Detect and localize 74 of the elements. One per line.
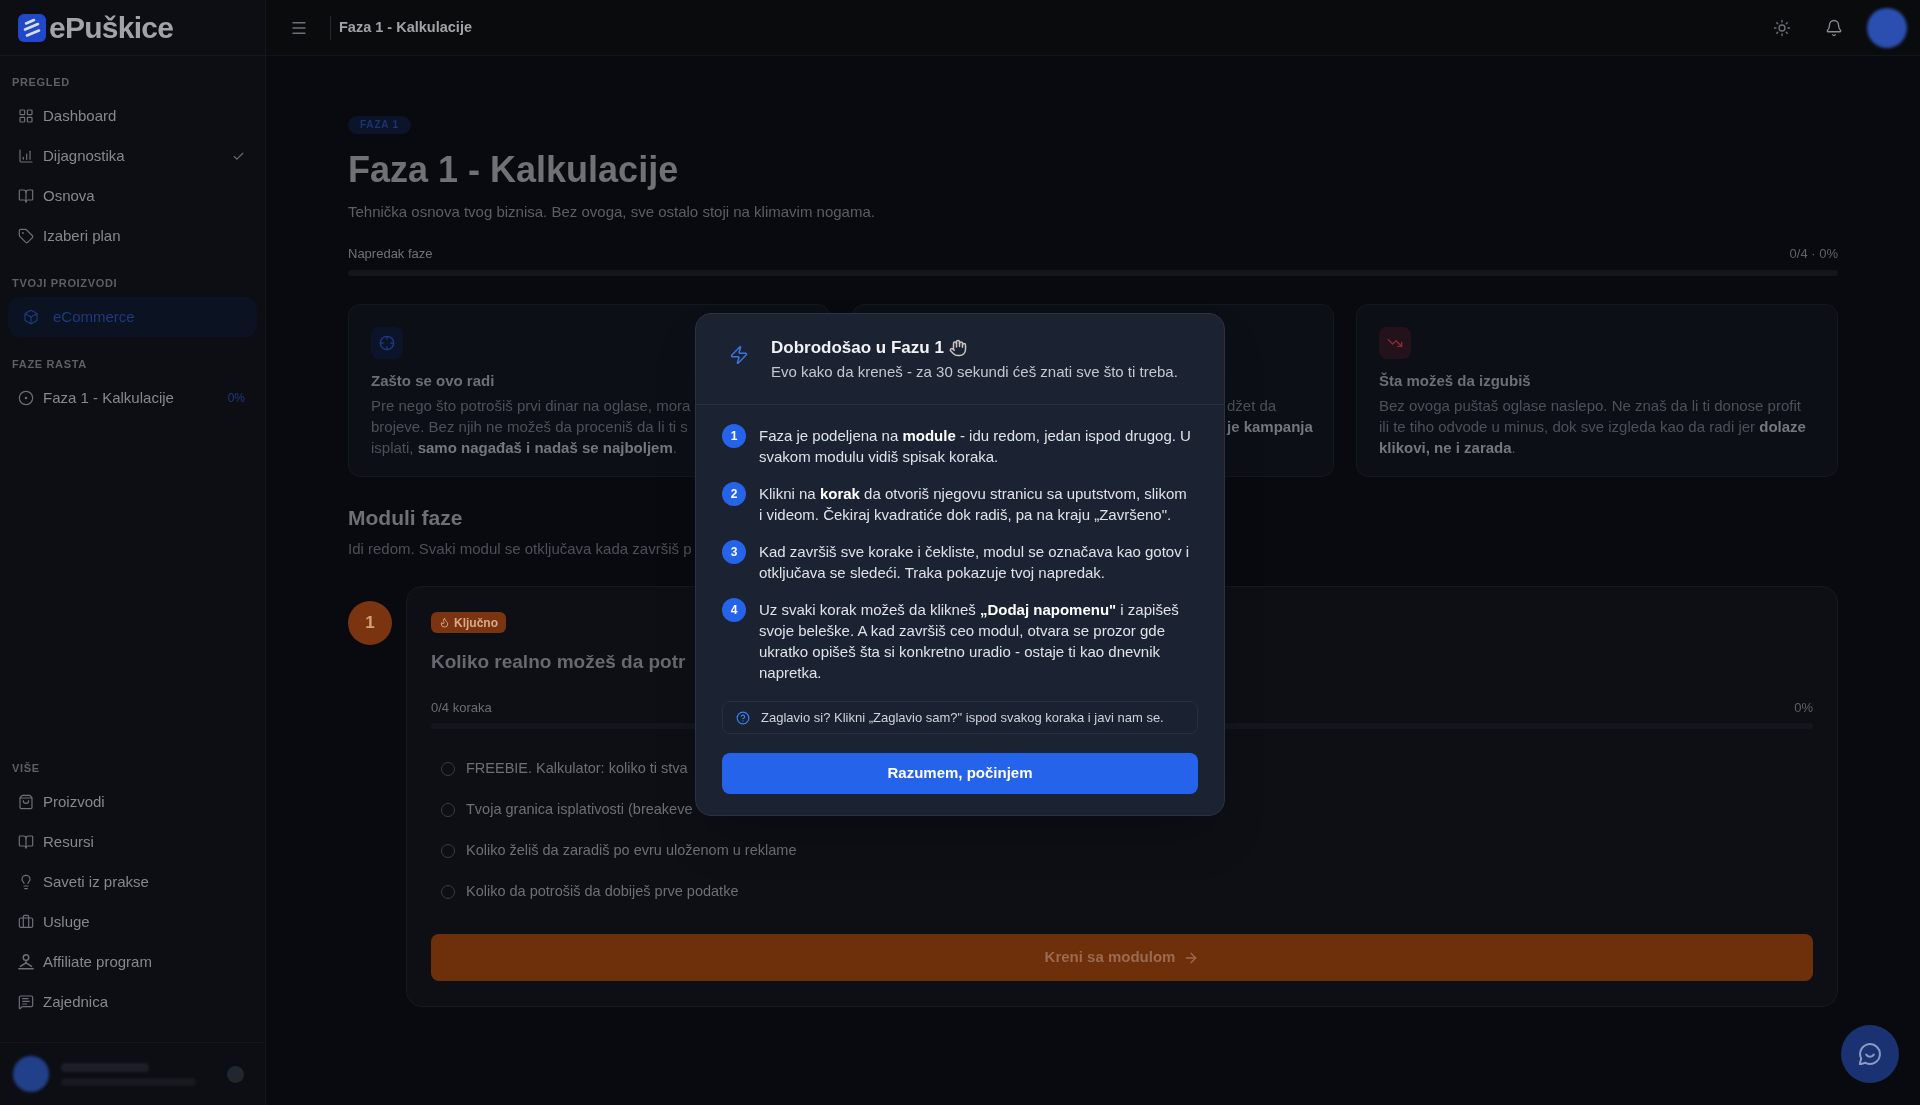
bar-chart-icon	[18, 148, 34, 164]
nav-item[interactable]: Proizvodi	[8, 782, 257, 822]
circle-dot-icon	[18, 390, 34, 406]
nav-item[interactable]: Zajednica	[8, 982, 257, 1022]
progress-reading: 0/4 · 0%	[1789, 245, 1838, 263]
phase-subtitle: Tehnička osnova tvog biznisa. Bez ovoga, sve ostalo stoji na klimavim nogama.	[348, 202, 875, 222]
section-label: TVOJI PROIZVODI	[12, 275, 118, 291]
cube-icon	[23, 309, 39, 325]
section-title: Moduli faze	[348, 505, 463, 531]
nav-item[interactable]: Saveti iz prakse	[8, 862, 257, 902]
tag-text: Ključno	[454, 614, 498, 632]
sun-icon[interactable]	[1773, 18, 1791, 37]
step-number: 4	[722, 598, 746, 622]
step-text: Klikni na korak da otvoriš njegovu stranicu sa uputstvom, slikom i videom. Čekiraj kvadratiće dok radiš, pa na kraju „Završeno".	[759, 484, 1188, 525]
step-number: 2	[722, 482, 746, 506]
card-description: Bez ovoga puštaš oglase naslepo. Ne znaš da li ti donose profit ili te tiho odvode u minus, dok sve izgleda kao da radi jer dolaze klikovi, ne i zarada.	[1379, 396, 1806, 458]
step-text: Uz svaki korak možeš da klikneš „Dodaj napomenu" i zapišeš svoje beleške. A kad završiš ceo modul, otvara se prozor gde ukratko opišeš šta si konkretno uradio - ostaje ti kao dnevnik napretka.	[759, 600, 1180, 683]
message-icon	[18, 994, 34, 1010]
book-icon	[18, 834, 34, 850]
logo-text[interactable]: ePuškice	[49, 12, 174, 43]
module-number: 1	[348, 601, 392, 645]
shopping-bag-icon	[18, 794, 34, 810]
dialog-title: Dobrodošao u Fazu 1	[771, 337, 944, 359]
chat-icon	[1859, 1043, 1881, 1065]
nav-item[interactable]: Osnova	[8, 176, 257, 216]
phase-label: FAZA 1	[348, 116, 411, 134]
step-link[interactable]: Koliko da potrošiš da dobiješ prve podatke	[431, 871, 739, 912]
section-label: VIŠE	[12, 760, 40, 776]
lightning-icon	[729, 345, 749, 365]
target-icon	[371, 327, 403, 359]
page-title: Faza 1 - Kalkulacije	[339, 17, 472, 37]
progress-reading: 0%	[1794, 699, 1813, 717]
card-description: džet da je kampanja	[1227, 396, 1313, 437]
section-label: FAZE RASTA	[12, 356, 87, 372]
step-link[interactable]: Tvoja granica isplativosti (breakeve	[431, 789, 693, 830]
section-subtitle: Idi redom. Svaki modul se otključava kada završiš p	[348, 539, 692, 559]
step-text: Kad završiš sve korake i čekliste, modul se označava kao gotov i otključava se sledeći. Traka pokazuje tvoj napredak.	[759, 542, 1191, 583]
grid-icon	[18, 108, 34, 124]
help-text: Zaglavio si? Klikni „Zaglavio sam?" ispod svakog koraka i javi nam se.	[761, 708, 1164, 727]
tag-icon	[18, 228, 34, 244]
nav-item[interactable]: Faza 1 - Kalkulacije 0%	[8, 378, 257, 418]
hand-icon	[948, 339, 967, 357]
phase-title: Faza 1 - Kalkulacije	[348, 150, 679, 190]
user-avatar[interactable]	[1867, 7, 1907, 48]
book-icon	[18, 188, 34, 204]
nav-item[interactable]: Usluge	[8, 902, 257, 942]
help-icon	[736, 710, 750, 725]
confirm-button[interactable]: Razumem, počinjem	[722, 753, 1198, 794]
step-text: Faza je podeljena na module - idu redom, jedan ispod drugog. U svakom modulu vidiš spisak koraka.	[759, 426, 1192, 467]
flame-icon	[439, 617, 450, 628]
bell-icon[interactable]	[1825, 18, 1843, 37]
lightbulb-icon	[18, 874, 34, 890]
card-title: Zašto se ovo radi	[371, 371, 495, 391]
progress-label: Napredak faze	[348, 245, 433, 263]
card-description: Pre nego što potrošiš prvi dinar na oglase, mora brojeve. Bez njih ne možeš da proceniš da li ti s isplati, samo nagađaš i nadaš se najboljem.	[371, 396, 691, 458]
step-number: 1	[722, 424, 746, 448]
nav-item[interactable]: Resursi	[8, 822, 257, 862]
trending-down-icon	[1379, 327, 1411, 359]
progress-percent: 0%	[227, 390, 245, 407]
card-title: Šta možeš da izgubiš	[1379, 371, 1531, 391]
section-label: PREGLED	[12, 74, 70, 90]
briefcase-icon	[18, 914, 34, 930]
dialog-subtitle: Evo kako da kreneš - za 30 sekundi ćeš znati sve što ti treba.	[771, 362, 1178, 382]
module-title: Koliko realno možeš da potr	[431, 650, 686, 674]
nav-item[interactable]: Dashboard	[8, 96, 257, 136]
nav-item[interactable]: Affiliate program	[8, 942, 257, 982]
step-link[interactable]: FREEBIE. Kalkulator: koliko ti stva	[431, 748, 688, 789]
nav-item[interactable]: Dijagnostika	[8, 136, 257, 176]
nav-item[interactable]: Izaberi plan	[8, 216, 257, 256]
person-icon	[18, 954, 34, 970]
steps-count: 0/4 koraka	[431, 699, 492, 717]
step-number: 3	[722, 540, 746, 564]
logo-icon	[18, 13, 46, 42]
step-link[interactable]: Koliko želiš da zaradiš po evru uloženom u reklame	[431, 830, 797, 871]
